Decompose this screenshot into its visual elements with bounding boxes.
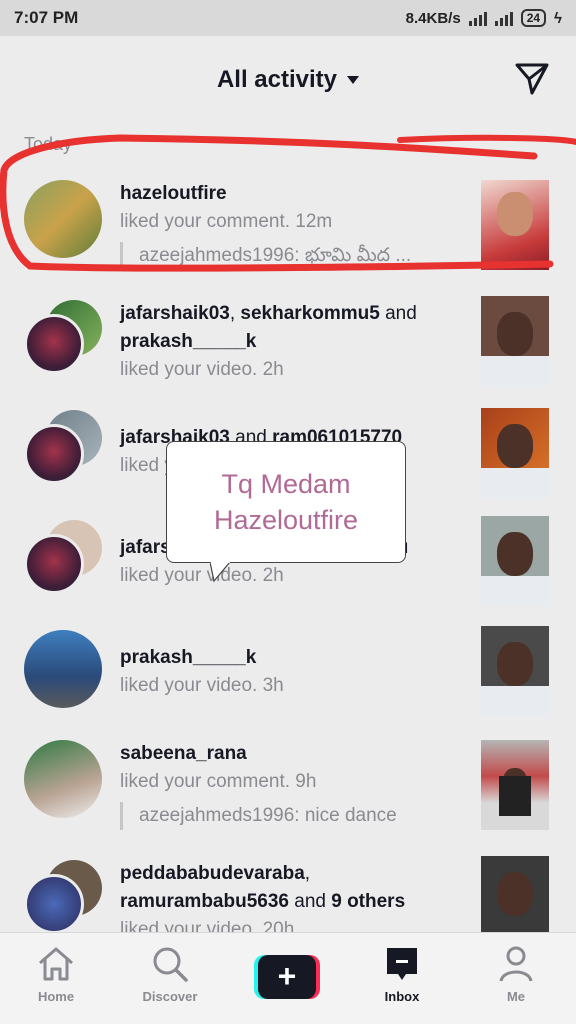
- status-bar: 7:07 PM 8.4KB/s 24 ϟ: [0, 0, 576, 36]
- list-item[interactable]: sabeena_rana liked your comment. 9h azee…: [0, 736, 576, 846]
- status-time: 7:07 PM: [14, 8, 79, 27]
- avatar-stack[interactable]: [24, 520, 104, 600]
- page-title: All activity: [216, 66, 338, 93]
- tab-discover-label: Discover: [142, 989, 198, 1004]
- tab-home[interactable]: Home: [6, 945, 106, 1004]
- search-icon: [153, 947, 188, 982]
- timestamp: 12m: [295, 211, 333, 232]
- avatar-stack[interactable]: [24, 410, 104, 490]
- timestamp: 9h: [295, 771, 317, 792]
- section-label-today: Today: [24, 134, 73, 154]
- tab-me-label: Me: [506, 989, 526, 1004]
- video-thumbnail[interactable]: [481, 408, 549, 498]
- signal-2-icon: [494, 10, 513, 26]
- avatar-stack[interactable]: [24, 860, 104, 940]
- activity-filter-dropdown[interactable]: All activity: [216, 66, 360, 94]
- tab-home-label: Home: [37, 989, 75, 1004]
- caret-down-icon: [347, 76, 360, 84]
- inbox-icon: [387, 948, 417, 980]
- timestamp: 2h: [262, 359, 284, 380]
- timestamp: 3h: [262, 675, 284, 696]
- list-item[interactable]: prakash_____k liked your video. 3h: [0, 626, 576, 726]
- list-item[interactable]: jafarshaik03, sekharkommu5 and prakash__…: [0, 296, 576, 396]
- avatar[interactable]: [24, 180, 102, 258]
- charging-icon: ϟ: [554, 9, 562, 27]
- create-video-button[interactable]: +: [254, 955, 320, 999]
- action-text: liked your video.: [120, 675, 258, 696]
- battery-icon: 24: [520, 9, 547, 27]
- action-text: liked your comment.: [120, 211, 291, 232]
- plus-icon: +: [258, 955, 316, 999]
- action-text: liked your video.: [120, 565, 258, 586]
- others-count[interactable]: 9 others: [331, 891, 405, 912]
- send-message-icon[interactable]: [514, 60, 550, 96]
- comment-quote: azeejahmeds1996: nice dance: [120, 802, 460, 830]
- username[interactable]: prakash_____k: [120, 647, 256, 668]
- notification-text: hazeloutfire liked your comment. 12m aze…: [120, 180, 460, 270]
- status-icons: 8.4KB/s 24 ϟ: [406, 9, 562, 27]
- profile-icon: [499, 946, 533, 982]
- speech-bubble-overlay: Tq Medam Hazeloutfire: [166, 441, 406, 563]
- username[interactable]: peddababudevaraba: [120, 863, 305, 884]
- list-item[interactable]: hazeloutfire liked your comment. 12m aze…: [0, 170, 576, 280]
- username[interactable]: hazeloutfire: [120, 183, 227, 204]
- tab-me[interactable]: Me: [466, 945, 566, 1004]
- tab-discover[interactable]: Discover: [120, 945, 220, 1004]
- username[interactable]: sabeena_rana: [120, 743, 247, 764]
- action-text: liked your video.: [120, 359, 258, 380]
- overlay-line-2: Hazeloutfire: [213, 505, 359, 535]
- video-thumbnail[interactable]: [481, 626, 549, 716]
- signal-icon: [468, 10, 487, 26]
- comment-quote: azeejahmeds1996: భూమి మీద ...: [120, 242, 460, 270]
- header: All activity: [0, 36, 576, 124]
- video-thumbnail[interactable]: [481, 740, 549, 830]
- video-thumbnail[interactable]: [481, 856, 549, 932]
- overlay-line-1: Tq Medam: [221, 469, 351, 499]
- tab-inbox-label: Inbox: [384, 989, 420, 1004]
- notification-text: prakash_____k liked your video. 3h: [120, 644, 460, 700]
- video-thumbnail[interactable]: [481, 516, 549, 606]
- video-thumbnail[interactable]: [481, 180, 549, 270]
- username[interactable]: jafarshaik03: [120, 303, 230, 324]
- bottom-tab-bar: Home Discover + Inbox Me: [0, 932, 576, 1024]
- action-text: liked your comment.: [120, 771, 291, 792]
- avatar[interactable]: [24, 630, 102, 708]
- timestamp: 2h: [262, 565, 284, 586]
- avatar[interactable]: [24, 740, 102, 818]
- notification-text: jafarshaik03, sekharkommu5 and prakash__…: [120, 303, 417, 380]
- list-item[interactable]: peddababudevaraba, ramurambabu5636 and 9…: [0, 856, 576, 940]
- speech-bubble-tail: [210, 561, 231, 583]
- username[interactable]: ramurambabu5636: [120, 891, 289, 912]
- username[interactable]: prakash_____k: [120, 331, 256, 352]
- home-icon: [39, 947, 73, 981]
- network-speed: 8.4KB/s: [405, 9, 461, 27]
- video-thumbnail[interactable]: [481, 296, 549, 386]
- tab-inbox[interactable]: Inbox: [352, 945, 452, 1004]
- notification-text: sabeena_rana liked your comment. 9h azee…: [120, 740, 460, 830]
- avatar-stack[interactable]: [24, 300, 104, 380]
- username[interactable]: sekharkommu5: [240, 303, 379, 324]
